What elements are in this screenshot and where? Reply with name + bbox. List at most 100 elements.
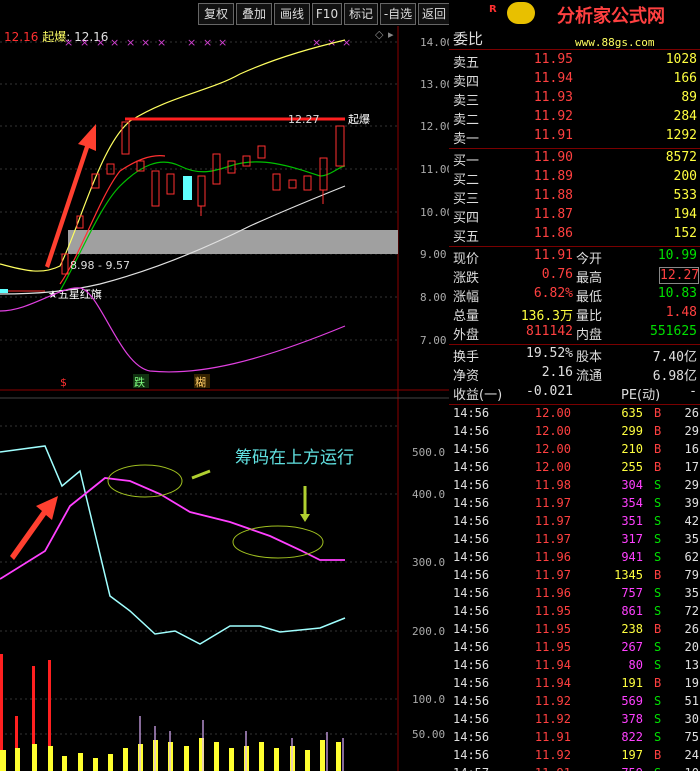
- tick-count: 51: [684, 694, 699, 708]
- tick-row: 14:56 11.96 757 S 35: [449, 586, 700, 604]
- svg-text:×: ×: [187, 36, 196, 49]
- tick-price: 11.98: [534, 478, 571, 492]
- tick-count: 29: [684, 478, 699, 492]
- tick-row: 14:56 11.91 822 S 75: [449, 730, 700, 748]
- tick-price: 11.96: [534, 550, 571, 564]
- svg-text:×: ×: [203, 36, 212, 49]
- tick-volume: 317: [621, 532, 643, 546]
- tick-time: 14:56: [453, 658, 490, 672]
- tick-count: 72: [684, 604, 699, 618]
- svg-text:400.0: 400.0: [412, 488, 445, 501]
- tick-row: 14:56 12.00 635 B 26: [449, 406, 700, 424]
- tick-volume: 759: [589, 766, 643, 771]
- svg-text:14.00: 14.00: [420, 36, 449, 49]
- svg-text:×: ×: [141, 36, 150, 49]
- tick-direction: S: [654, 640, 662, 654]
- tick-list[interactable]: 14:56 12.00 635 B 26 14:56 12.00 299 B 29 14:56 12.…: [449, 406, 700, 771]
- tick-direction: B: [654, 460, 662, 474]
- tick-price: 11.96: [534, 586, 571, 600]
- tag-s: $: [60, 376, 67, 389]
- tick-volume: 197: [621, 748, 643, 762]
- bid-row: 买三 11.88 533: [453, 188, 697, 207]
- tick-direction: B: [654, 442, 662, 456]
- tick-volume: 80: [628, 658, 643, 672]
- tick-price: 11.97: [534, 532, 571, 546]
- quote-panel: www.88gs.com 委比 卖五 11.95 1028 卖四 11.94 166 卖…: [449, 26, 700, 771]
- tick-row: 14:56 11.97 317 S 35: [449, 532, 700, 550]
- chip-line-cyan: [0, 445, 346, 645]
- svg-text:×: ×: [110, 36, 119, 49]
- watchlist-button[interactable]: -自选: [380, 3, 416, 25]
- stat-row: 现价 11.91 今开 10.99: [453, 248, 697, 267]
- bid-row: 买四 11.87 194: [453, 207, 697, 226]
- fund-row: 收益(一) -0.021 PE(动) -: [453, 384, 697, 403]
- tick-direction: B: [654, 424, 662, 438]
- tick-count: 79: [684, 568, 699, 582]
- svg-text:9.00: 9.00: [420, 248, 447, 261]
- tick-time: 14:56: [453, 532, 490, 546]
- tick-time: 14:56: [453, 586, 490, 600]
- bid-row: 买五 11.86 152: [453, 226, 697, 245]
- tick-time: 14:56: [453, 622, 490, 636]
- ask-row: 卖五 11.95 1028: [453, 52, 697, 71]
- weibi-label: 委比: [453, 30, 484, 48]
- svg-text:×: ×: [64, 36, 73, 49]
- mark-button[interactable]: 标记: [344, 3, 378, 25]
- stat-row: 总量 136.3万 量比 1.48: [453, 305, 697, 324]
- stat-row: 外盘 811142 内盘 551625: [453, 324, 697, 343]
- tick-time: 14:56: [453, 514, 490, 528]
- tick-row: 14:56 11.92 569 S 51: [449, 694, 700, 712]
- tick-row: 14:56 12.00 299 B 29: [449, 424, 700, 442]
- highlight-ellipse-2: [232, 525, 324, 559]
- tick-price: 11.94: [534, 658, 571, 672]
- svg-text:×: ×: [80, 36, 89, 49]
- tick-direction: B: [654, 622, 662, 636]
- tick-volume: 354: [621, 496, 643, 510]
- tick-volume: 299: [621, 424, 643, 438]
- svg-text:×: ×: [126, 36, 135, 49]
- tick-time: 14:56: [453, 460, 490, 474]
- signal-markers: × × × × × × × × × × × × ×: [64, 36, 351, 49]
- tick-time: 14:56: [453, 676, 490, 690]
- chart-toolbar: 复权 叠加 画线 F10 标记 -自选 返回: [0, 0, 450, 26]
- fuquan-button[interactable]: 复权: [198, 3, 234, 25]
- ask-row: 卖二 11.92 284: [453, 109, 697, 128]
- tick-price: 11.95: [534, 640, 571, 654]
- price-axis: 14.00 13.00 12.00 11.00 10.00 9.00 8.00 …: [420, 36, 449, 347]
- tick-direction: S: [654, 496, 662, 510]
- range-label: 8.98 - 9.57: [70, 259, 130, 272]
- f10-button[interactable]: F10: [312, 3, 342, 25]
- tick-count: 35: [684, 586, 699, 600]
- up-arrow-icon-2: [10, 496, 58, 560]
- tick-direction: S: [654, 604, 662, 618]
- tag-die: 跌: [134, 375, 145, 389]
- overlay-button[interactable]: 叠加: [236, 3, 272, 25]
- tick-price: 11.95: [534, 622, 571, 636]
- svg-text:▸: ▸: [388, 28, 394, 41]
- tick-price: 11.91: [527, 766, 571, 771]
- tick-volume: 822: [621, 730, 643, 744]
- tick-count: 26: [684, 622, 699, 636]
- tick-row: 14:56 11.92 378 S 30: [449, 712, 700, 730]
- ask-row: 卖一 11.91 1292: [453, 128, 697, 147]
- tick-direction: B: [654, 568, 662, 582]
- tick-direction: S: [654, 550, 662, 564]
- draw-line-button[interactable]: 画线: [274, 3, 310, 25]
- qibao-tag: 起爆: [348, 112, 370, 126]
- tick-price: 12.00: [534, 406, 571, 420]
- tick-row: 14:56 12.00 255 B 17: [449, 460, 700, 478]
- high-label: 12.27: [288, 113, 320, 126]
- svg-text:×: ×: [96, 36, 105, 49]
- tick-price: 12.00: [534, 424, 571, 438]
- tick-count: 42: [684, 514, 699, 528]
- tick-price: 11.92: [534, 748, 571, 762]
- tick-row: 14:56 11.95 861 S 72: [449, 604, 700, 622]
- tick-count: 62: [684, 550, 699, 564]
- tick-volume: 304: [621, 478, 643, 492]
- ask-row: 卖四 11.94 166: [453, 71, 697, 90]
- kline-chart[interactable]: × × × × × × × × × × × × × 12.27 起爆 8.98 -: [0, 26, 449, 771]
- fund-row: 净资 2.16 流通 6.98亿: [453, 365, 697, 384]
- tick-direction: S: [654, 586, 662, 600]
- tick-price: 11.97: [534, 496, 571, 510]
- back-button[interactable]: 返回: [418, 3, 450, 25]
